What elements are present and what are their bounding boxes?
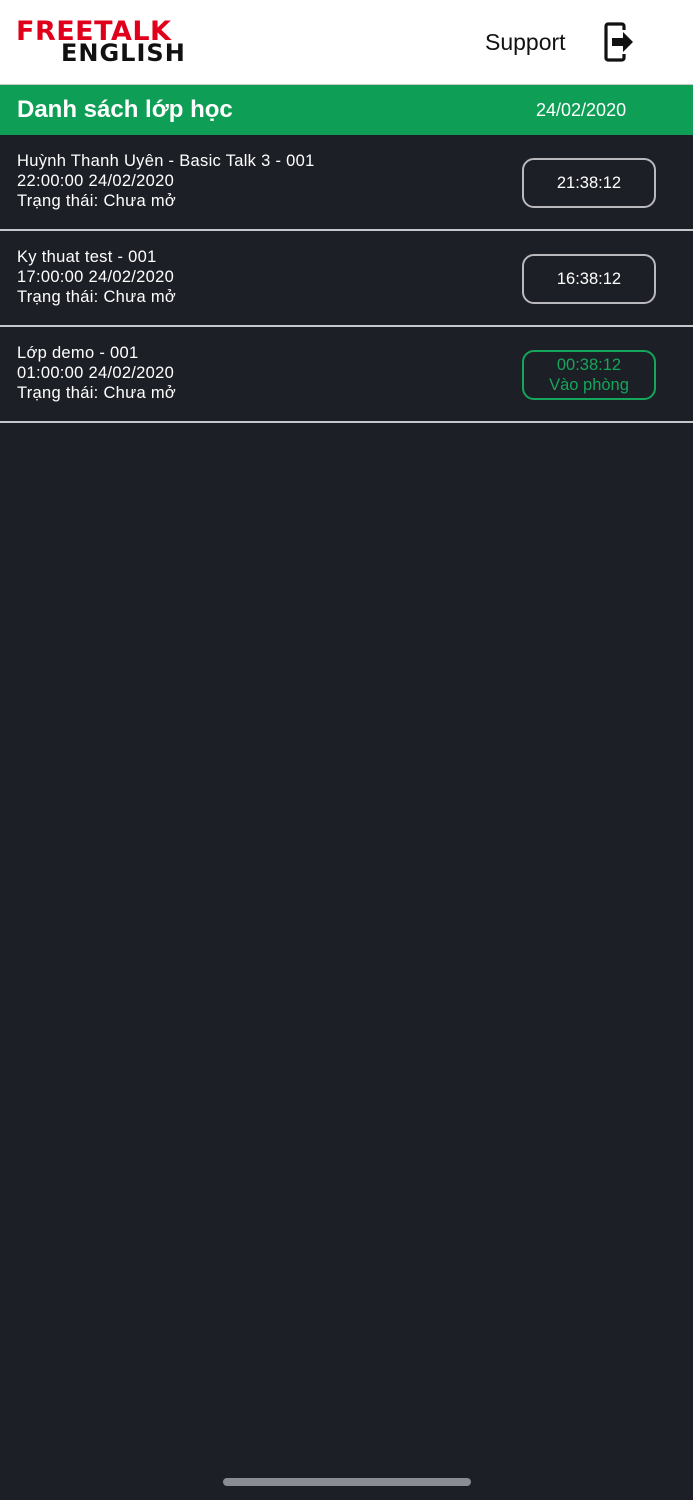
app-header: FREETALK ENGLISH Support [0, 0, 693, 85]
class-name: Lớp demo - 001 [17, 344, 139, 362]
class-name: Ky thuat test - 001 [17, 248, 157, 266]
class-row-1[interactable]: Huỳnh Thanh Uyên - Basic Talk 3 - 001 22… [0, 135, 693, 231]
countdown-button[interactable]: 16:38:12 [522, 254, 656, 304]
class-info: Ky thuat test - 001 17:00:00 24/02/2020 … [17, 247, 176, 307]
class-status: Trạng thái: Chưa mở [17, 288, 177, 306]
class-time: 17:00:00 24/02/2020 [17, 268, 175, 286]
class-time: 22:00:00 24/02/2020 [17, 172, 175, 190]
class-row-2[interactable]: Ky thuat test - 001 17:00:00 24/02/2020 … [0, 231, 693, 327]
logo-line-2: ENGLISH [61, 39, 186, 67]
page-title: Danh sách lớp học [17, 96, 233, 123]
class-status: Trạng thái: Chưa mở [17, 384, 177, 402]
class-name: Huỳnh Thanh Uyên - Basic Talk 3 - 001 [17, 152, 315, 170]
freetalk-logo: FREETALK ENGLISH [16, 17, 188, 68]
class-status: Trạng thái: Chưa mở [17, 192, 177, 210]
class-list-title-bar: Danh sách lớp học 24/02/2020 [0, 85, 693, 135]
current-date: 24/02/2020 [536, 100, 627, 120]
class-list: Huỳnh Thanh Uyên - Basic Talk 3 - 001 22… [0, 135, 693, 423]
enter-room-label: Vào phòng [549, 376, 629, 394]
class-row-3[interactable]: Lớp demo - 001 01:00:00 24/02/2020 Trạng… [0, 327, 693, 423]
countdown-button[interactable]: 21:38:12 [522, 158, 656, 208]
logout-icon-svg [604, 22, 633, 62]
countdown-label: 00:38:12 [556, 356, 622, 374]
class-info: Lớp demo - 001 01:00:00 24/02/2020 Trạng… [17, 343, 176, 403]
home-indicator [223, 1478, 471, 1486]
class-info: Huỳnh Thanh Uyên - Basic Talk 3 - 001 22… [17, 151, 315, 211]
class-time: 01:00:00 24/02/2020 [17, 364, 175, 382]
enter-room-button[interactable]: 00:38:12 Vào phòng [522, 350, 656, 400]
support-button[interactable]: Support [485, 27, 566, 57]
logout-icon[interactable] [602, 22, 638, 62]
